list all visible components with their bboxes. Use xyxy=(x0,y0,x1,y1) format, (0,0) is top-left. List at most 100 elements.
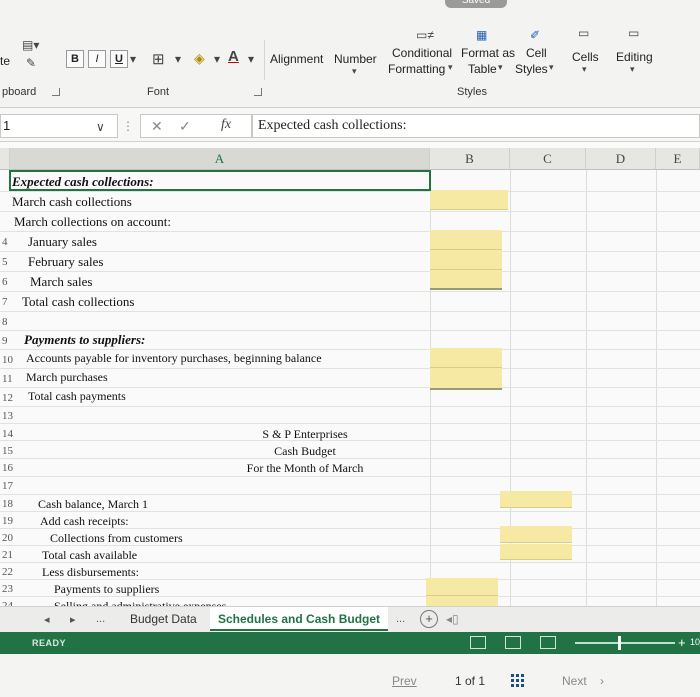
cell-a5[interactable]: February sales xyxy=(28,254,103,270)
fill-color-icon[interactable]: ◈ xyxy=(194,50,205,67)
cells-button[interactable]: Cells xyxy=(572,50,599,64)
cell-a12[interactable]: Total cash payments xyxy=(28,389,126,404)
cell-a11[interactable]: March purchases xyxy=(26,370,108,385)
row-header[interactable]: 16 xyxy=(2,462,22,474)
format-as-table-button[interactable]: Format as xyxy=(461,46,515,60)
row-header[interactable]: 23 xyxy=(2,583,22,595)
page-layout-icon[interactable] xyxy=(505,636,521,649)
column-header-a[interactable]: A xyxy=(10,148,430,170)
input-cell-c20[interactable] xyxy=(500,526,572,543)
tab-budget-data[interactable]: Budget Data xyxy=(122,607,205,631)
chevron-down-icon[interactable]: ▾ xyxy=(130,52,136,66)
select-all-corner[interactable] xyxy=(0,148,10,170)
tab-prev-icon[interactable]: ◂ xyxy=(44,613,50,626)
number-button[interactable]: Number xyxy=(334,52,377,66)
budget-period[interactable]: For the Month of March xyxy=(220,461,390,476)
tab-next-icon[interactable]: ▸ xyxy=(70,613,76,626)
chevron-down-icon[interactable]: ▾ xyxy=(175,52,181,66)
chevron-down-icon[interactable]: ▾ xyxy=(214,52,220,66)
cell-a19[interactable]: Add cash receipts: xyxy=(40,514,129,529)
tab-more-left[interactable]: ... xyxy=(96,613,105,625)
cell-a9[interactable]: Payments to suppliers: xyxy=(24,332,145,348)
editing-button[interactable]: Editing xyxy=(616,50,653,64)
row-header[interactable]: 13 xyxy=(2,410,22,422)
cell-a10[interactable]: Accounts payable for inventory purchases… xyxy=(26,351,322,366)
budget-title[interactable]: Cash Budget xyxy=(220,444,390,459)
cell-a21[interactable]: Total cash available xyxy=(42,548,137,563)
borders-icon[interactable]: ⊞ xyxy=(152,50,165,68)
cancel-icon[interactable]: ✕ xyxy=(151,118,163,135)
cell-a2[interactable]: March cash collections xyxy=(12,194,132,210)
row-header[interactable]: 22 xyxy=(2,566,22,578)
zoom-in-icon[interactable]: + xyxy=(678,635,686,650)
row-header[interactable]: 19 xyxy=(2,515,22,527)
prev-button[interactable]: Prev xyxy=(392,674,417,688)
italic-button[interactable]: I xyxy=(88,50,106,68)
clipboard-launcher-icon[interactable] xyxy=(52,88,60,96)
input-cell-b11[interactable] xyxy=(430,368,502,390)
formula-input[interactable]: Expected cash collections: xyxy=(252,114,700,138)
active-cell-a1[interactable] xyxy=(9,170,431,191)
chevron-down-icon[interactable]: ∨ xyxy=(96,120,105,134)
row-header[interactable]: 5 xyxy=(2,256,22,268)
column-header-d[interactable]: D xyxy=(586,148,656,170)
row-header[interactable]: 10 xyxy=(2,354,22,366)
input-cell-b4[interactable] xyxy=(430,230,502,250)
column-header-b[interactable]: B xyxy=(430,148,510,170)
row-header[interactable]: 9 xyxy=(2,335,22,347)
paste-icon[interactable]: ▤▾ xyxy=(22,38,39,52)
cell-a4[interactable]: January sales xyxy=(28,234,97,250)
cell-a18[interactable]: Cash balance, March 1 xyxy=(38,497,148,512)
cell-a22[interactable]: Less disbursements: xyxy=(42,565,139,580)
cell-a3[interactable]: March collections on account: xyxy=(14,214,171,230)
zoom-slider-thumb[interactable] xyxy=(618,636,621,650)
font-launcher-icon[interactable] xyxy=(254,88,262,96)
column-header-c[interactable]: C xyxy=(510,148,586,170)
chevron-right-icon[interactable]: › xyxy=(600,674,604,688)
insert-function-icon[interactable]: fx xyxy=(221,117,231,133)
normal-view-icon[interactable] xyxy=(470,636,486,649)
next-button[interactable]: Next xyxy=(562,674,587,688)
cell-a23[interactable]: Payments to suppliers xyxy=(54,582,159,597)
row-header[interactable]: 4 xyxy=(2,236,22,248)
input-cell-c21[interactable] xyxy=(500,544,572,560)
tab-schedules-and-cash-budget[interactable]: Schedules and Cash Budget xyxy=(210,607,389,631)
row-header[interactable]: 7 xyxy=(2,296,22,308)
row-header[interactable]: 21 xyxy=(2,549,22,561)
row-header[interactable]: 11 xyxy=(2,373,22,385)
input-cell-b10[interactable] xyxy=(430,348,502,368)
worksheet-grid[interactable]: A B C D E 4 5 6 7 8 9 10 11 12 13 14 15 … xyxy=(0,142,700,612)
row-header[interactable]: 20 xyxy=(2,532,22,544)
column-header-e[interactable]: E xyxy=(656,148,700,170)
input-cell-b6[interactable] xyxy=(430,270,502,290)
cell-styles-button[interactable]: Cell xyxy=(526,46,547,60)
conditional-formatting-button[interactable]: Conditional xyxy=(392,46,452,60)
underline-button[interactable]: U xyxy=(110,50,128,68)
cell-a20[interactable]: Collections from customers xyxy=(50,531,183,546)
row-header[interactable]: 15 xyxy=(2,445,22,457)
grid-view-icon[interactable] xyxy=(511,674,525,688)
budget-company-name[interactable]: S & P Enterprises xyxy=(220,427,390,442)
zoom-slider[interactable] xyxy=(575,642,675,644)
enter-check-icon[interactable]: ✓ xyxy=(179,118,191,135)
bold-button[interactable]: B xyxy=(66,50,84,68)
scroll-left-icon[interactable]: ◂▯ xyxy=(446,612,459,626)
cell-a7[interactable]: Total cash collections xyxy=(22,294,134,310)
row-header[interactable]: 12 xyxy=(2,392,22,404)
font-color-icon[interactable]: A xyxy=(228,48,239,65)
chevron-down-icon[interactable]: ▾ xyxy=(248,52,254,66)
row-header[interactable]: 8 xyxy=(2,316,22,328)
input-cell-c18[interactable] xyxy=(500,491,572,508)
input-cell-b5[interactable] xyxy=(430,250,502,270)
add-sheet-button[interactable]: + xyxy=(420,610,438,628)
page-break-icon[interactable] xyxy=(540,636,556,649)
row-header[interactable]: 14 xyxy=(2,428,22,440)
row-header[interactable]: 18 xyxy=(2,498,22,510)
input-cell-b23[interactable] xyxy=(426,578,498,596)
input-cell-b2[interactable] xyxy=(430,190,508,210)
tab-more-right[interactable]: ... xyxy=(396,613,405,625)
alignment-button[interactable]: Alignment xyxy=(270,52,323,66)
format-painter-icon[interactable]: ✎ xyxy=(26,56,36,70)
row-header[interactable]: 17 xyxy=(2,480,22,492)
row-header[interactable]: 6 xyxy=(2,276,22,288)
